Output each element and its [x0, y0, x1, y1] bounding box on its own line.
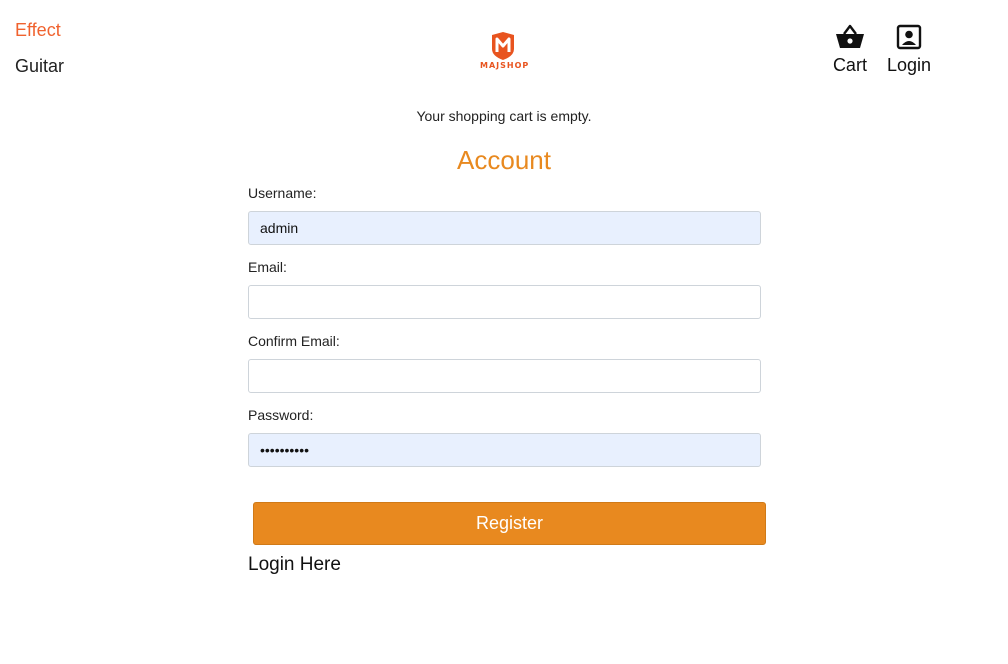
account-box-icon [896, 22, 922, 52]
login-button[interactable]: Login [887, 22, 931, 75]
cart-label: Cart [832, 55, 867, 75]
basket-icon [835, 22, 865, 52]
account-nav: Cart Login [833, 22, 931, 75]
confirm-email-label: Confirm Email: [248, 333, 340, 349]
register-button[interactable]: Register [253, 502, 766, 545]
username-input[interactable] [248, 211, 761, 245]
login-label: Login [886, 55, 931, 75]
register-form: Username: Email: Confirm Email: Password… [248, 185, 761, 481]
login-here-link[interactable]: Login Here [248, 554, 341, 576]
password-input[interactable] [248, 433, 761, 467]
email-input[interactable] [248, 285, 761, 319]
cart-button[interactable]: Cart [833, 22, 867, 75]
logo-text: MAJSHOP [480, 61, 530, 70]
category-nav: Effect Guitar [15, 20, 64, 92]
empty-cart-message: Your shopping cart is empty. [416, 108, 592, 124]
nav-link-guitar[interactable]: Guitar [15, 56, 64, 76]
page-title: Account [457, 145, 551, 175]
password-label: Password: [248, 407, 314, 423]
logo-shield-icon [492, 32, 514, 60]
confirm-email-input[interactable] [248, 359, 761, 393]
nav-link-effect[interactable]: Effect [15, 20, 64, 40]
majshop-logo[interactable]: MAJSHOP [480, 32, 530, 74]
username-label: Username: [248, 185, 317, 201]
email-label: Email: [248, 259, 287, 275]
